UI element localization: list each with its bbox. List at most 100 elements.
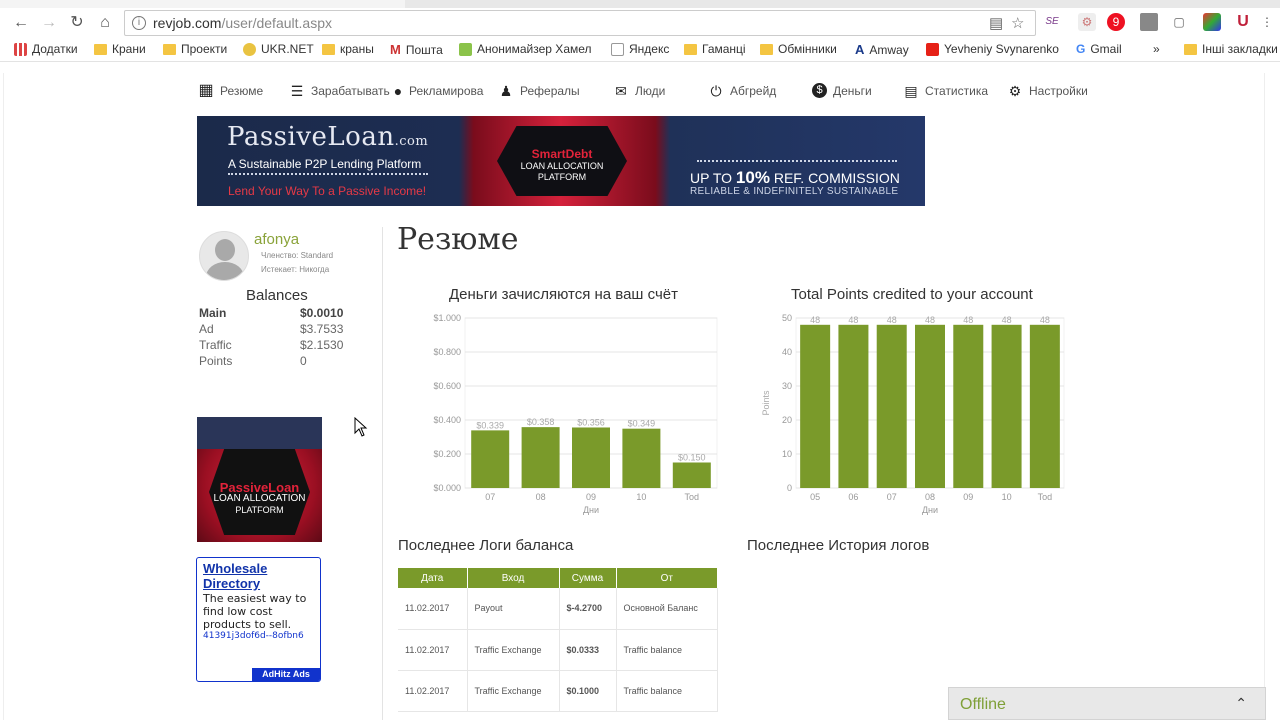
y-tick-label: $0.200 [433, 449, 461, 459]
back-icon[interactable]: ← [10, 12, 32, 34]
banner-center-line2: PLATFORM [537, 172, 587, 182]
text-ad-headline[interactable]: Wholesale Directory [203, 561, 313, 591]
cell-from: Основной Баланс [616, 588, 718, 630]
bookmark-link[interactable]: G Gmail [1076, 42, 1122, 56]
forward-icon[interactable]: → [38, 12, 60, 34]
info-icon[interactable]: i [132, 16, 146, 30]
banner-logo: PassiveLoan.com [227, 122, 429, 152]
bookmark-link[interactable]: UKR.NET [243, 42, 314, 56]
membership-text: Членство: Standard [261, 251, 334, 260]
translate-icon[interactable]: ▤ [989, 14, 1003, 32]
nav-item-money[interactable]: $ Деньги [812, 83, 872, 98]
bookmark-other-folder[interactable]: Інші закладки [1184, 42, 1278, 56]
side-banner-ad[interactable]: PassiveLoan LOAN ALLOCATION PLATFORM [197, 417, 322, 542]
bookmark-label: краны [340, 42, 374, 56]
bookmark-folder[interactable]: Гаманці [684, 42, 746, 56]
nav-label: Резюме [220, 84, 264, 98]
data-label: $0.358 [527, 417, 555, 427]
bookmark-folder[interactable]: Крани [94, 42, 146, 56]
cell-from: Traffic balance [616, 629, 718, 671]
bookmark-link[interactable]: Яндекс [611, 42, 669, 56]
gmail-m-icon: M [390, 42, 401, 57]
balance-log-table: Дата Вход Сумма От 11.02.2017 Payout $-4… [398, 568, 718, 712]
google-icon: G [1076, 42, 1086, 56]
bookmark-folder[interactable]: Проекти [163, 42, 227, 56]
chevron-up-icon[interactable]: ⌃ [1235, 695, 1247, 712]
adhitz-tag[interactable]: AdHitz Ads [252, 668, 320, 681]
nav-item-earn[interactable]: ☰ Зарабатывать [289, 83, 390, 99]
data-label: 48 [1002, 315, 1012, 325]
side-ad-line1: LOAN ALLOCATION [213, 493, 306, 504]
x-axis-label: Дни [922, 505, 938, 515]
active-tab[interactable] [0, 0, 405, 8]
nav-item-people[interactable]: ✉ Люди [613, 83, 665, 99]
menu-icon[interactable]: ⋮ [1258, 13, 1276, 31]
seo-extension-icon[interactable]: SE [1043, 13, 1061, 31]
home-icon[interactable]: ⌂ [94, 12, 116, 34]
star-icon[interactable]: ☆ [1011, 14, 1024, 32]
text-ad[interactable]: Wholesale Directory The easiest way to f… [196, 557, 321, 682]
bookmark-label: Пошта [405, 42, 443, 57]
address-bar[interactable]: i revjob.com/user/default.aspx ▤ ☆ [124, 10, 1036, 36]
bookmark-link[interactable]: Анонимайзер Хамел [459, 42, 592, 56]
data-label: 48 [1040, 315, 1050, 325]
chat-widget[interactable]: Offline ⌃ [948, 687, 1266, 720]
cell-amount: $0.0333 [559, 629, 617, 671]
text-ad-link[interactable]: 41391j3dof6d--8ofbn6 [203, 631, 304, 641]
bookmark-apps[interactable]: Додатки [14, 42, 78, 56]
reload-icon[interactable]: ↻ [66, 12, 88, 34]
extension-icon[interactable]: ⚙ [1078, 13, 1096, 31]
monitor-icon[interactable]: ▢ [1170, 13, 1188, 31]
grey-extension-icon[interactable] [1140, 13, 1158, 31]
y-tick-label: 10 [782, 449, 792, 459]
nav-label: Зарабатывать [311, 84, 390, 98]
top-banner-ad[interactable]: PassiveLoan.com A Sustainable P2P Lendin… [197, 116, 925, 206]
banner-subtitle: A Sustainable P2P Lending Platform [228, 157, 422, 171]
cell-date: 11.02.2017 [398, 670, 468, 712]
nav-item-statistics[interactable]: ▤ Статистика [903, 83, 988, 99]
bookmark-folder[interactable]: краны [322, 42, 374, 56]
nav-item-referrals[interactable]: ♟ Рефералы [498, 83, 580, 99]
cell-type: Payout [467, 588, 560, 630]
x-tick-label: 07 [887, 492, 897, 502]
nav-item-settings[interactable]: ⚙ Настройки [1007, 83, 1088, 99]
y-tick-label: 50 [782, 313, 792, 323]
bookmark-label: Обмінники [778, 42, 837, 56]
url-text[interactable]: revjob.com/user/default.aspx [153, 15, 332, 31]
bookmark-link[interactable]: Yevheniy Svynarenko [926, 42, 1059, 56]
bookmarks-overflow[interactable]: » [1153, 42, 1160, 56]
bookmark-link[interactable]: M Пошта [390, 42, 443, 57]
balance-row-ad: Ad $3.7533 [199, 322, 344, 336]
chart-bar [953, 324, 984, 488]
browser-toolbar: ← → ↻ ⌂ i revjob.com/user/default.aspx ▤… [0, 8, 1280, 38]
bookmark-label: Крани [112, 42, 146, 56]
data-label: 48 [887, 315, 897, 325]
chart-bar [1029, 324, 1060, 488]
cell-type: Traffic Exchange [467, 670, 560, 712]
bookmark-folder[interactable]: Обмінники [760, 42, 837, 56]
balance-row-main: Main $0.0010 [199, 306, 344, 320]
cell-type: Traffic Exchange [467, 629, 560, 671]
text-ad-description: The easiest way to find low cost product… [203, 592, 307, 631]
yandex-icon[interactable]: 9 [1107, 13, 1125, 31]
y-tick-label: 40 [782, 347, 792, 357]
nav-item-resume[interactable]: ▦ Резюме [198, 83, 263, 99]
balance-row-traffic: Traffic $2.1530 [199, 338, 344, 352]
username-link[interactable]: afonya [254, 231, 299, 248]
x-tick-label: 10 [1002, 492, 1012, 502]
mouse-cursor-icon [354, 417, 368, 437]
y-tick-label: $0.000 [433, 483, 461, 493]
points-chart-title: Total Points credited to your account [791, 286, 1033, 303]
cube-icon[interactable] [1203, 13, 1221, 31]
ublock-icon[interactable]: U [1234, 13, 1252, 31]
bookmark-label: Gmail [1090, 42, 1122, 56]
chart-bar [622, 428, 661, 488]
avatar[interactable] [199, 231, 249, 281]
microphone-icon: ● [393, 83, 403, 99]
folder-icon [322, 43, 335, 55]
bookmark-label: Yevheniy Svynarenko [944, 42, 1059, 56]
x-tick-label: 10 [636, 492, 646, 502]
bookmark-link[interactable]: A Amway [855, 42, 909, 57]
nav-item-upgrade[interactable]: ⏻ Абгрейд [708, 83, 776, 99]
nav-item-advertise[interactable]: ● Рекламирова [393, 83, 484, 99]
